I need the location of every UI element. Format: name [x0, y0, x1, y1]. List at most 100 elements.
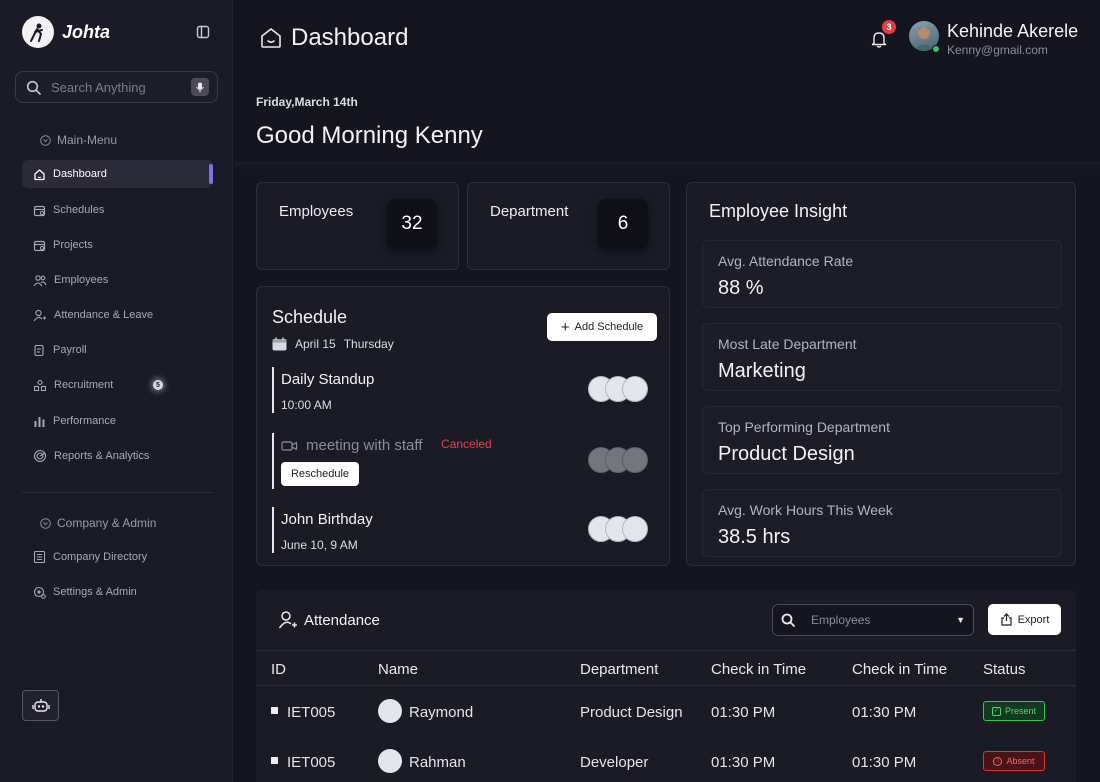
avatar: [378, 699, 402, 723]
check-icon: ✓: [991, 706, 1001, 716]
filter-value: Employees: [811, 613, 871, 627]
stat-label: Employees: [279, 203, 354, 220]
sidebar-item-label: Reports & Analytics: [54, 450, 150, 462]
alert-icon: !: [993, 756, 1003, 766]
app-name: Johta: [62, 21, 111, 42]
employees-stat-card[interactable]: Employees 32: [256, 182, 459, 270]
online-status-dot: [932, 45, 940, 53]
robot-icon: [31, 698, 50, 714]
sidebar-item-employees[interactable]: Employees: [22, 266, 213, 294]
home-icon: [259, 26, 283, 50]
cell-department: Product Design: [580, 704, 683, 721]
schedule-date: April 15 Thursday: [272, 337, 394, 351]
sidebar-item-projects[interactable]: Projects: [22, 231, 213, 259]
search-placeholder: Search Anything: [51, 79, 146, 95]
main-menu-heading[interactable]: Main-Menu: [40, 133, 117, 147]
page-title: Dashboard: [291, 24, 409, 51]
insight-label: Top Performing Department: [718, 419, 890, 435]
export-label: Export: [1017, 613, 1050, 626]
schedule-event-canceled[interactable]: meeting with staff Canceled Reschedule: [272, 433, 492, 489]
insight-label: Most Late Department: [718, 336, 857, 352]
assistant-bot-button[interactable]: [22, 690, 59, 721]
insight-item[interactable]: Avg. Attendance Rate 88 %: [702, 240, 1062, 308]
sidebar-item-attendance-leave[interactable]: Attendance & Leave: [22, 301, 213, 329]
sidebar-item-recruitment[interactable]: Recruitment: [22, 371, 213, 399]
user-name: Kehinde Akerele: [947, 21, 1079, 41]
event-title-row: meeting with staff: [281, 437, 422, 454]
status-badge: ✓ Present: [983, 701, 1045, 721]
company-admin-label: Company & Admin: [57, 516, 157, 530]
sidebar-item-company-directory[interactable]: Company Directory: [22, 543, 213, 571]
schedule-event[interactable]: Daily Standup 10:00 AM: [272, 367, 374, 413]
search-input[interactable]: Search Anything: [15, 71, 218, 103]
insight-item[interactable]: Top Performing Department Product Design: [702, 406, 1062, 474]
attendance-heading: Attendance: [278, 610, 380, 630]
column-header-status[interactable]: Status: [983, 661, 1026, 678]
users-icon: [33, 274, 47, 287]
calendar-icon: [272, 337, 287, 351]
table-divider: [256, 650, 1076, 651]
stat-label: Department: [490, 203, 569, 220]
event-title: Daily Standup: [281, 371, 375, 388]
header: Dashboard 3 Kehinde Akerele Kenny@gmail.…: [234, 0, 1100, 170]
sidebar-item-label: Recruitment: [54, 379, 114, 391]
directory-icon: [33, 550, 46, 564]
sidebar-item-label: Company Directory: [53, 551, 148, 563]
attendance-section: Attendance Employees ▼ Export ID Name De…: [256, 590, 1076, 782]
sidebar-item-label: Payroll: [53, 344, 87, 356]
column-header-check-in[interactable]: Check in Time: [711, 661, 806, 678]
status-badge: ! Absent: [983, 751, 1045, 771]
user-clock-icon: [278, 610, 298, 630]
insight-item[interactable]: Most Late Department Marketing: [702, 323, 1062, 391]
cell-check-in: 01:30 PM: [711, 754, 776, 771]
company-admin-heading[interactable]: Company & Admin: [40, 516, 156, 530]
attendance-title: Attendance: [304, 611, 380, 629]
cell-department: Developer: [580, 754, 649, 771]
row-select-checkbox[interactable]: [271, 707, 278, 714]
schedule-weekday: Thursday: [343, 337, 394, 351]
insight-value: 88 %: [718, 277, 764, 299]
column-header-check-in-2[interactable]: Check in Time: [852, 661, 947, 678]
sidebar-item-reports-analytics[interactable]: Reports & Analytics: [22, 442, 213, 470]
department-stat-card[interactable]: Department 6: [467, 182, 670, 270]
video-icon: [281, 440, 298, 452]
event-attendee-avatars: [588, 376, 650, 402]
payroll-icon: [33, 344, 46, 357]
reschedule-button[interactable]: Reschedule: [281, 462, 359, 486]
cell-name: Raymond: [409, 704, 474, 721]
insight-title: Employee Insight: [709, 201, 848, 221]
user-email: Kenny@gmail.com: [947, 43, 1048, 57]
sidebar-item-label: Settings & Admin: [53, 586, 137, 598]
employee-insight-card: Employee Insight Avg. Attendance Rate 88…: [686, 182, 1076, 566]
calendar-icon: [33, 204, 46, 217]
sidebar-item-label: Employees: [54, 274, 109, 286]
employee-filter-dropdown[interactable]: Employees ▼: [772, 604, 974, 636]
insight-item[interactable]: Avg. Work Hours This Week 38.5 hrs: [702, 489, 1062, 557]
sidebar-toggle-icon[interactable]: [196, 25, 210, 39]
sidebar: Johta Search Anything Main-Menu Dashboar…: [0, 0, 233, 782]
export-icon: [1000, 613, 1013, 626]
analytics-icon: [33, 449, 47, 463]
chevron-circle-icon: [40, 517, 51, 529]
sidebar-divider: [22, 492, 213, 493]
mic-icon[interactable]: [191, 78, 209, 96]
row-select-checkbox[interactable]: [271, 757, 278, 764]
user-clock-icon: [33, 309, 47, 322]
stat-value: 32: [387, 199, 437, 249]
column-header-name[interactable]: Name: [378, 661, 418, 678]
column-header-department[interactable]: Department: [580, 661, 658, 678]
schedule-event[interactable]: John Birthday June 10, 9 AM: [272, 507, 373, 553]
sidebar-item-settings-admin[interactable]: Settings & Admin: [22, 578, 213, 606]
avatar: [378, 749, 402, 773]
sidebar-item-payroll[interactable]: Payroll: [22, 336, 213, 364]
sidebar-item-performance[interactable]: Performance: [22, 407, 213, 435]
recruitment-badge: 5: [153, 380, 163, 390]
status-label: Present: [1004, 706, 1037, 716]
export-button[interactable]: Export: [988, 604, 1061, 635]
add-schedule-button[interactable]: + Add Schedule: [547, 313, 657, 341]
sidebar-item-dashboard[interactable]: Dashboard: [22, 160, 213, 188]
brand[interactable]: Johta: [22, 16, 110, 48]
column-header-id[interactable]: ID: [271, 661, 286, 678]
sidebar-item-schedules[interactable]: Schedules: [22, 196, 213, 224]
stat-value: 6: [598, 199, 648, 249]
